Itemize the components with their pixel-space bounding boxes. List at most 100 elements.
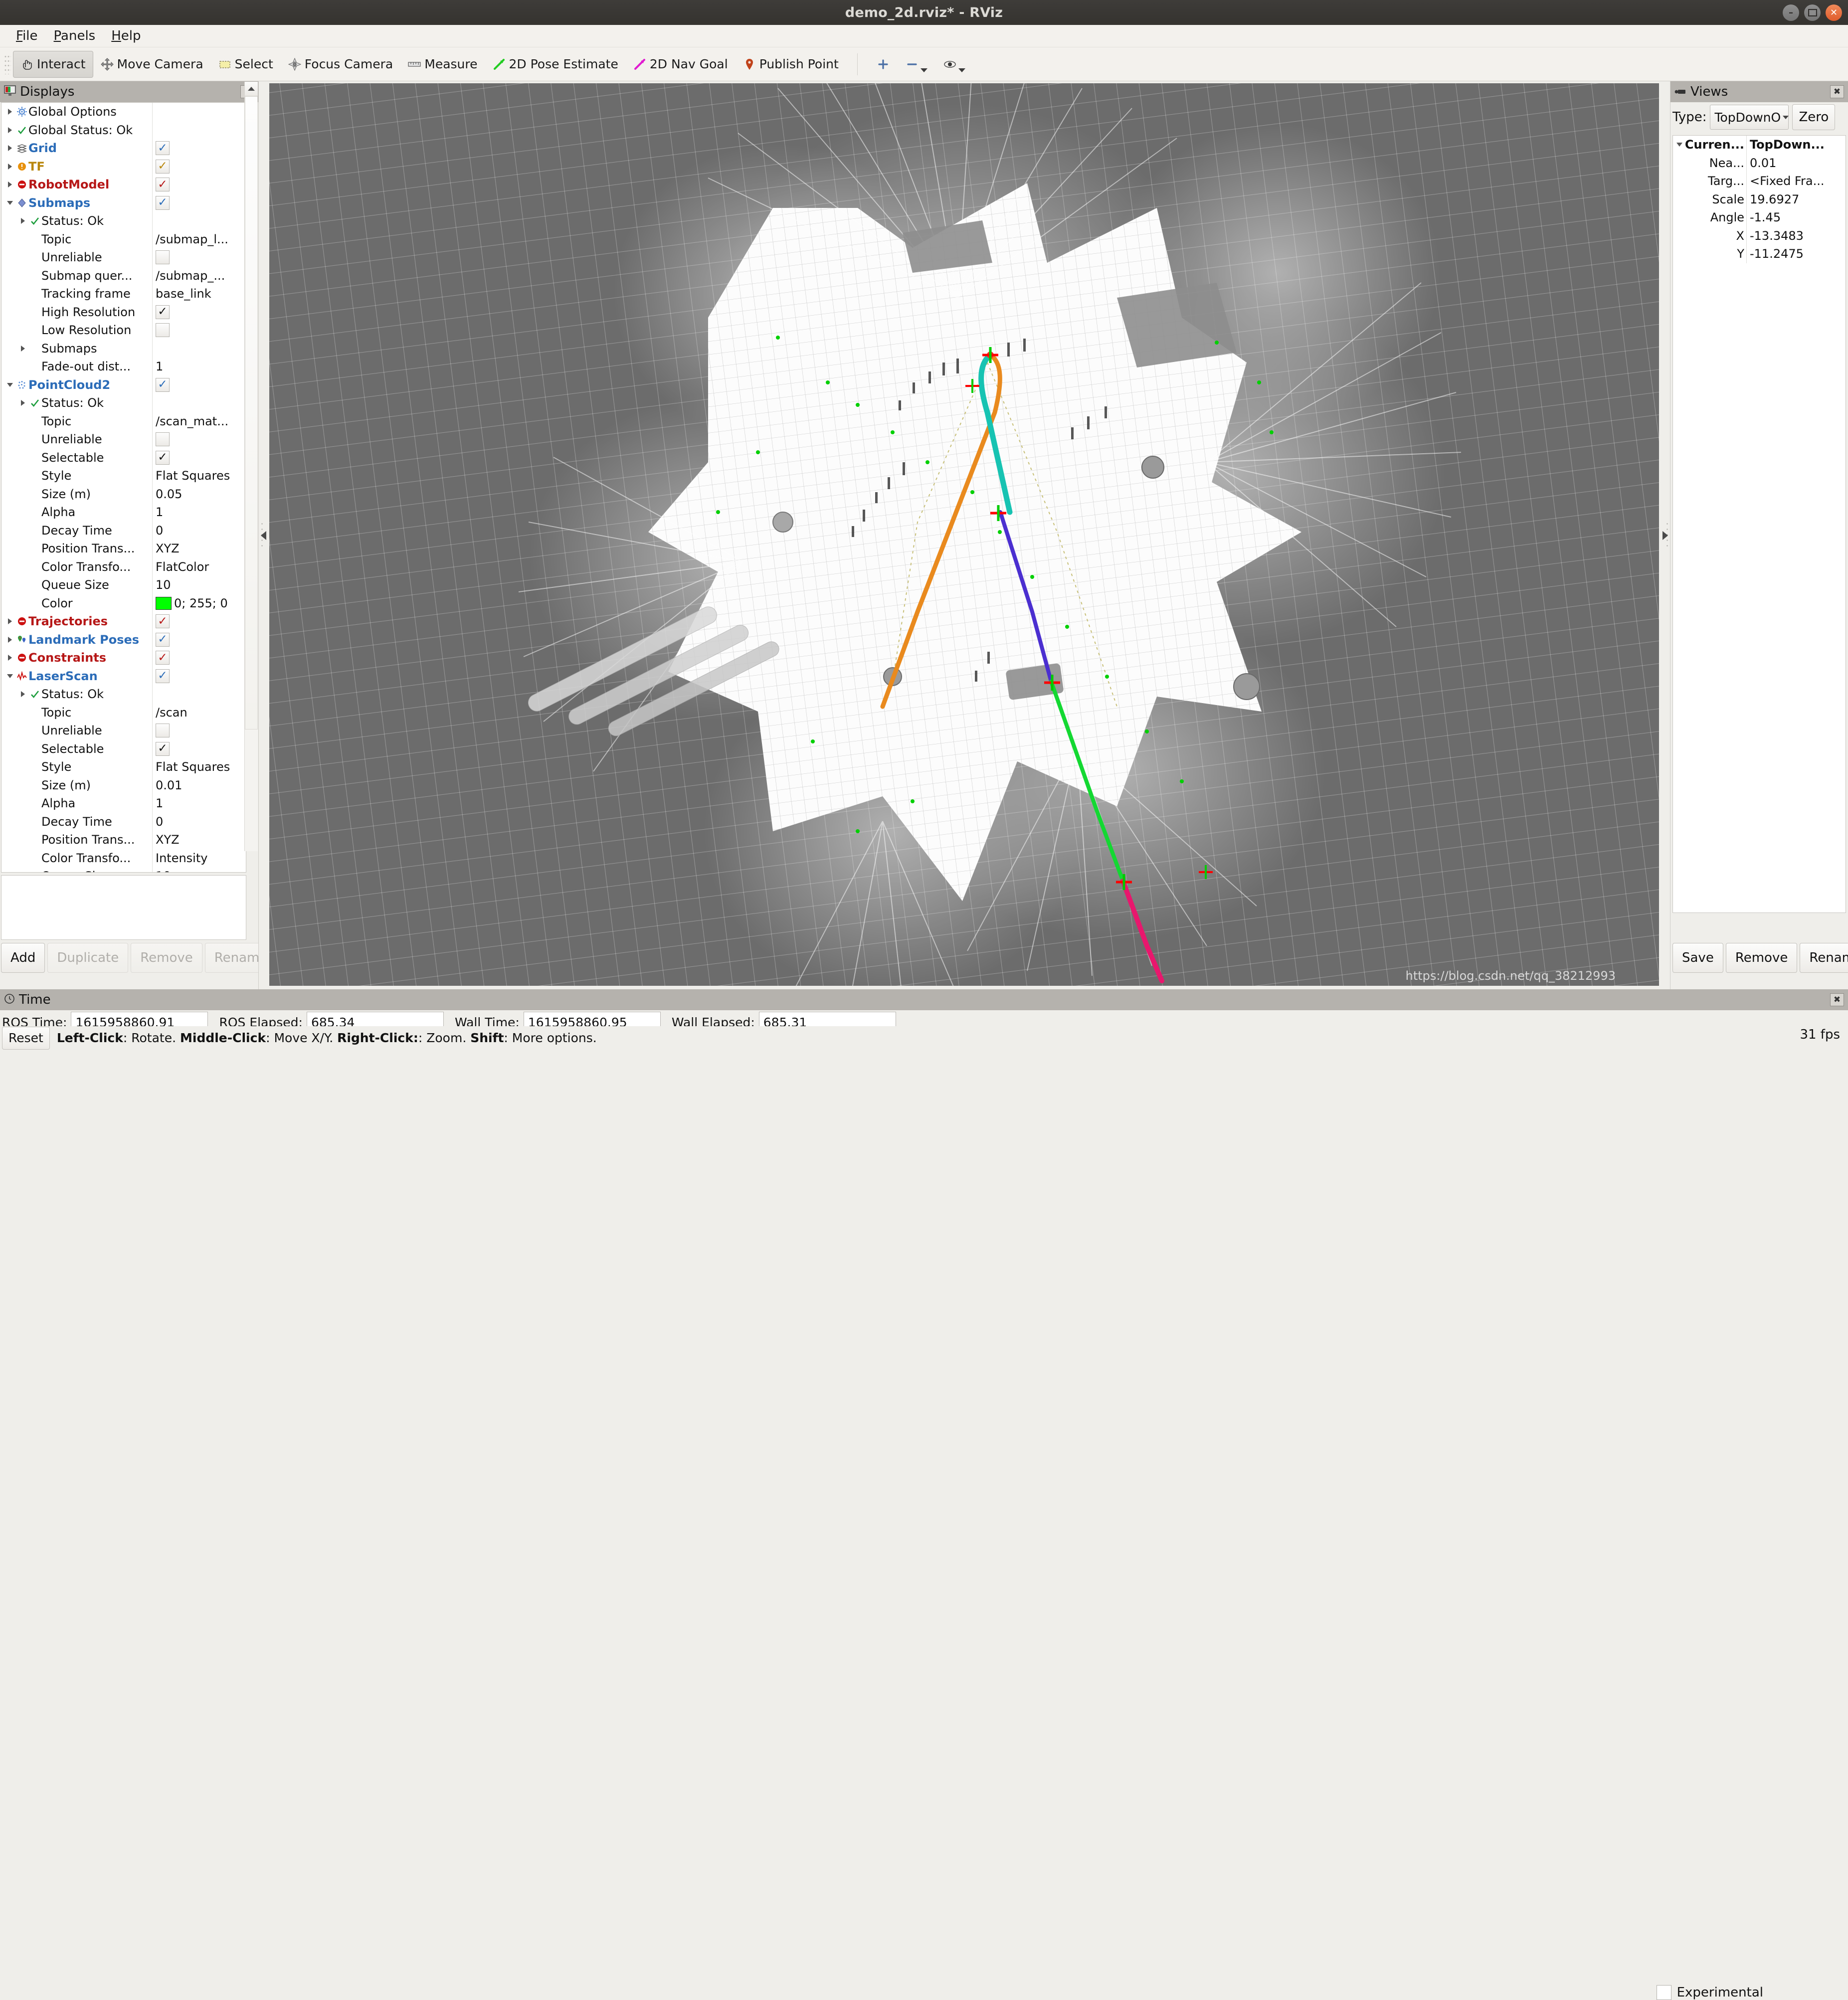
views-tree-row[interactable]: X-13.3483 [1673, 227, 1846, 245]
expander-collapsed-icon[interactable] [17, 400, 28, 406]
displays-tree-row[interactable]: Color0; 255; 0 [1, 594, 246, 613]
displays-tree-row[interactable]: TF✓ [1, 158, 246, 176]
displays-tree-row[interactable]: Status: Ok [1, 394, 246, 412]
displays-row-value-cell[interactable]: ✓ [153, 139, 246, 158]
displays-row-value-cell[interactable]: ✓ [153, 649, 246, 667]
expander-collapsed-icon[interactable] [4, 618, 15, 624]
scroll-up-button[interactable] [245, 82, 258, 96]
expander-expanded-icon[interactable] [4, 201, 15, 205]
displays-row-value-cell[interactable]: Flat Squares [153, 758, 246, 776]
expander-collapsed-icon[interactable] [17, 346, 28, 352]
displays-row-checkbox[interactable]: ✓ [156, 196, 170, 210]
displays-row-value-cell[interactable]: Flat Squares [153, 467, 246, 485]
views-tree-row[interactable]: Scale19.6927 [1673, 190, 1846, 209]
expander-collapsed-icon[interactable] [4, 182, 15, 187]
expander-collapsed-icon[interactable] [4, 145, 15, 151]
displays-row-checkbox[interactable]: ✓ [156, 669, 170, 683]
views-row-value[interactable]: <Fixed Fra... [1747, 174, 1846, 188]
displays-row-value-cell[interactable]: ✓ [153, 194, 246, 212]
displays-row-value-cell[interactable]: XYZ [153, 831, 246, 849]
reset-button[interactable]: Reset [2, 1027, 50, 1050]
displays-row-value-cell[interactable]: 1 [153, 794, 246, 813]
views-tree-row[interactable]: Nea...0.01 [1673, 154, 1846, 173]
displays-row-value-cell[interactable]: 1 [153, 358, 246, 376]
displays-tree-row[interactable]: Alpha1 [1, 794, 246, 813]
menu-help[interactable]: Help [103, 27, 149, 45]
expander-expanded-icon[interactable] [1674, 143, 1685, 147]
left-splitter[interactable] [258, 81, 270, 989]
displays-row-checkbox[interactable]: ✓ [156, 742, 170, 756]
displays-row-checkbox[interactable]: ✓ [156, 451, 170, 465]
chevron-down-icon[interactable] [958, 68, 965, 72]
displays-tree-row[interactable]: Status: Ok [1, 685, 246, 704]
displays-tree-row[interactable]: RobotModel✓ [1, 176, 246, 194]
displays-tree-row[interactable]: Unreliable [1, 430, 246, 449]
displays-tree-row[interactable]: Alpha1 [1, 503, 246, 522]
views-panel-close-icon[interactable]: ✖ [1830, 85, 1844, 98]
views-type-select[interactable]: TopDownO [1710, 105, 1789, 130]
displays-tree-row[interactable]: Submap quer.../submap_... [1, 267, 246, 285]
displays-tree-row[interactable]: Fade-out dist...1 [1, 358, 246, 376]
tool-visibility[interactable] [935, 58, 973, 71]
displays-tree-row[interactable]: Position Trans...XYZ [1, 540, 246, 558]
menu-file[interactable]: File [8, 27, 46, 45]
expander-expanded-icon[interactable] [4, 383, 15, 387]
views-tree-row[interactable]: Angle-1.45 [1673, 208, 1846, 227]
displays-row-value-cell[interactable]: ✓ [153, 303, 246, 322]
displays-tree-row[interactable]: Size (m)0.01 [1, 776, 246, 795]
displays-tree-row[interactable]: Queue Size10 [1, 867, 246, 873]
views-row-value[interactable]: 0.01 [1747, 156, 1846, 170]
tool-2d-nav-goal[interactable]: 2D Nav Goal [626, 51, 736, 78]
right-splitter[interactable] [1659, 81, 1670, 989]
displays-row-value-cell[interactable] [153, 248, 246, 267]
close-button[interactable]: ✕ [1826, 4, 1842, 21]
displays-row-checkbox[interactable] [156, 250, 170, 264]
displays-row-value-cell[interactable]: /scan [153, 704, 246, 722]
displays-row-checkbox[interactable]: ✓ [156, 160, 170, 174]
views-tree-row[interactable]: Targ...<Fixed Fra... [1673, 172, 1846, 190]
menu-panels[interactable]: Panels [46, 27, 104, 45]
displays-tree-row[interactable]: Submaps✓ [1, 194, 246, 212]
displays-row-value-cell[interactable]: 10 [153, 867, 246, 873]
displays-tree-row[interactable]: Queue Size10 [1, 576, 246, 594]
expander-collapsed-icon[interactable] [4, 164, 15, 170]
expander-collapsed-icon[interactable] [17, 218, 28, 224]
displays-row-checkbox[interactable]: ✓ [156, 378, 170, 392]
displays-tree-row[interactable]: Topic/scan_mat... [1, 412, 246, 431]
3d-render-view[interactable]: https://blog.csdn.net/qq_38212993 [269, 83, 1661, 986]
displays-row-value-cell[interactable]: ✓ [153, 740, 246, 758]
displays-tree-row[interactable]: Size (m)0.05 [1, 485, 246, 504]
tool-remove-panel[interactable] [898, 58, 935, 71]
displays-row-value-cell[interactable] [153, 212, 246, 230]
displays-row-value-cell[interactable]: 0 [153, 813, 246, 831]
tool-select[interactable]: Select [211, 51, 281, 78]
expander-collapsed-icon[interactable] [4, 637, 15, 643]
displays-row-value-cell[interactable]: /scan_mat... [153, 412, 246, 431]
displays-row-checkbox[interactable]: ✓ [156, 178, 170, 191]
displays-row-value-cell[interactable]: /submap_l... [153, 230, 246, 249]
displays-row-value-cell[interactable] [153, 340, 246, 358]
collapse-right-arrow-icon[interactable] [1663, 531, 1668, 540]
displays-tree-row[interactable]: Decay Time0 [1, 522, 246, 540]
displays-row-value-cell[interactable] [153, 722, 246, 740]
displays-row-value-cell[interactable]: 0; 255; 0 [153, 594, 246, 613]
displays-tree-row[interactable]: Status: Ok [1, 212, 246, 230]
displays-row-value-cell[interactable] [153, 103, 246, 121]
displays-row-value-cell[interactable]: ✓ [153, 376, 246, 394]
displays-row-value-cell[interactable]: 0 [153, 522, 246, 540]
displays-row-value-cell[interactable]: base_link [153, 285, 246, 303]
displays-tree-row[interactable]: LaserScan✓ [1, 667, 246, 686]
displays-row-value-cell[interactable]: 1 [153, 503, 246, 522]
displays-row-value-cell[interactable]: /submap_... [153, 267, 246, 285]
displays-row-checkbox[interactable] [156, 432, 170, 446]
displays-row-checkbox[interactable]: ✓ [156, 305, 170, 319]
displays-row-value-cell[interactable]: ✓ [153, 449, 246, 467]
displays-tree-row[interactable]: Landmark Poses✓ [1, 631, 246, 649]
tool-move-camera[interactable]: Move Camera [93, 51, 211, 78]
displays-tree-row[interactable]: Unreliable [1, 722, 246, 740]
displays-tree-row[interactable]: Low Resolution [1, 321, 246, 340]
displays-row-checkbox[interactable]: ✓ [156, 633, 170, 647]
displays-row-value-cell[interactable] [153, 121, 246, 140]
displays-row-value-cell[interactable]: 0.01 [153, 776, 246, 795]
displays-row-checkbox[interactable]: ✓ [156, 141, 170, 155]
